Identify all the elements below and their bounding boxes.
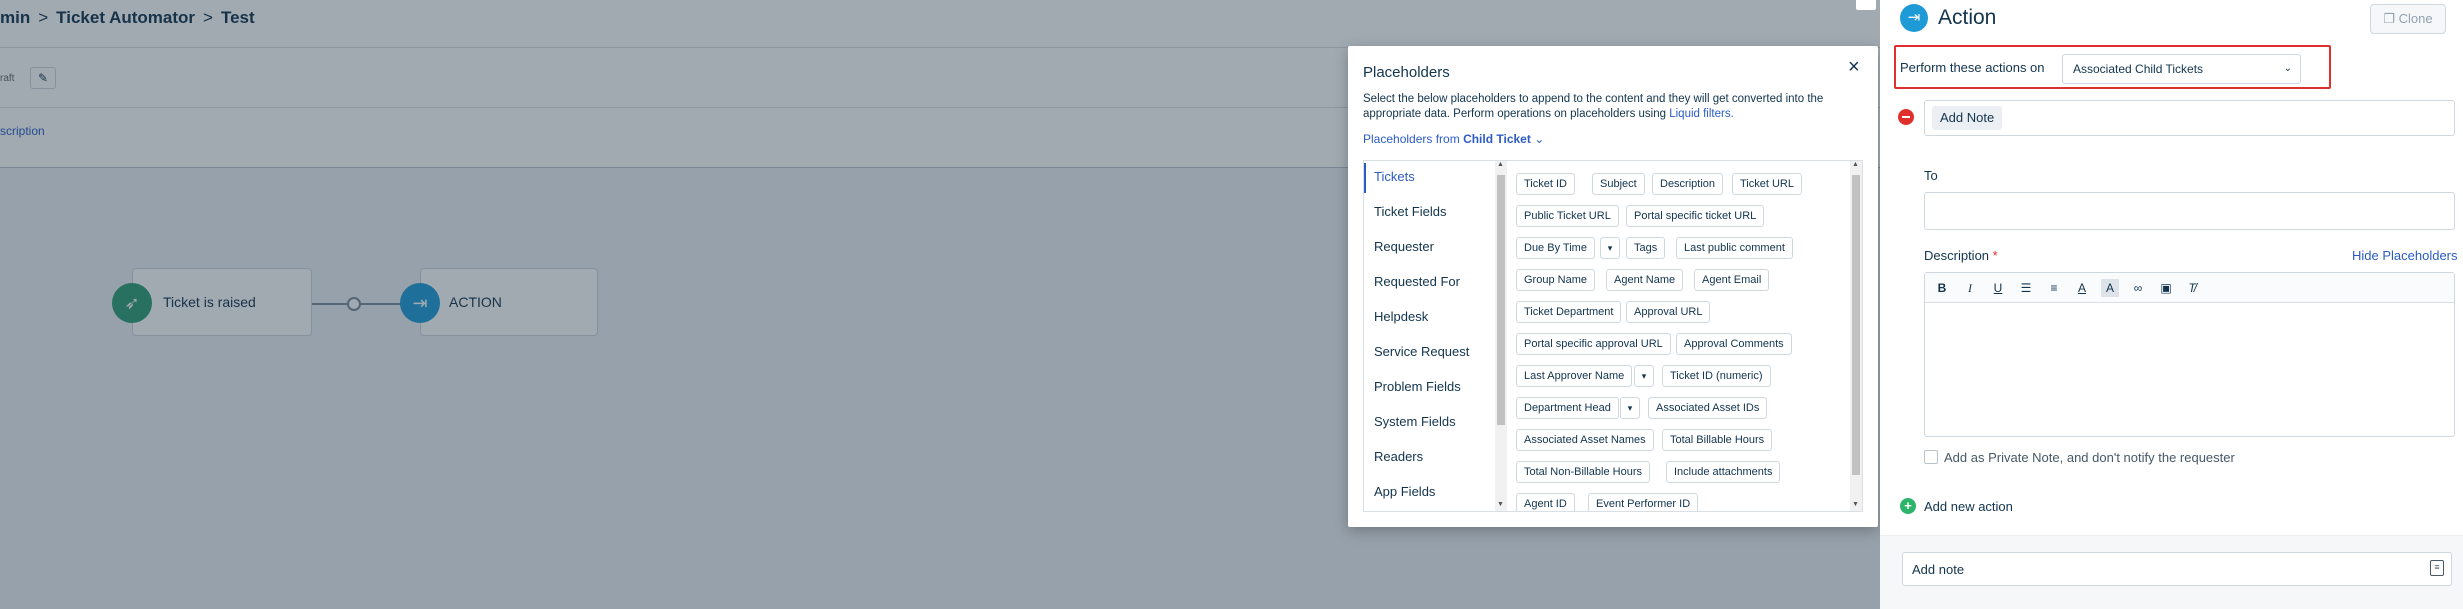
chip-tags[interactable]: Tags bbox=[1626, 237, 1666, 259]
editor-toolbar: B I U ☰ ≡ A A ∞ ▣ T̸ bbox=[1925, 273, 2454, 303]
required-marker: * bbox=[1992, 248, 1998, 263]
chevron-down-icon[interactable]: ▾ bbox=[1620, 397, 1640, 419]
scroll-down-icon[interactable]: ▼ bbox=[1497, 501, 1504, 508]
chevron-down-icon[interactable]: ▾ bbox=[1634, 365, 1654, 387]
chip-last-approver-name[interactable]: Last Approver Name bbox=[1516, 365, 1633, 387]
action-icon: ⇥ bbox=[1900, 4, 1928, 32]
scrollbar-thumb[interactable] bbox=[1852, 175, 1860, 475]
bold-icon[interactable]: B bbox=[1933, 279, 1951, 297]
chip-include-attachments[interactable]: Include attachments bbox=[1666, 461, 1781, 483]
action-panel: ⇥ Action ❐ Clone Perform these actions o… bbox=[1880, 0, 2463, 609]
close-icon[interactable]: × bbox=[1848, 56, 1860, 79]
chip-description[interactable]: Description bbox=[1652, 173, 1724, 195]
placeholders-panel: Tickets Ticket Fields Requester Requeste… bbox=[1363, 160, 1863, 512]
category-helpdesk[interactable]: Helpdesk bbox=[1364, 303, 1489, 333]
category-ticket-fields[interactable]: Ticket Fields bbox=[1364, 198, 1489, 228]
scroll-up-icon[interactable]: ▲ bbox=[1497, 161, 1504, 168]
chip-group-name[interactable]: Group Name bbox=[1516, 269, 1595, 291]
image-icon[interactable]: ▣ bbox=[2157, 279, 2175, 297]
placeholders-from-value[interactable]: Child Ticket bbox=[1463, 132, 1531, 146]
panel-close-tab[interactable] bbox=[1856, 0, 1876, 10]
chevron-down-icon[interactable]: ⌄ bbox=[2284, 55, 2292, 83]
placeholders-description: Select the below placeholders to append … bbox=[1363, 92, 1863, 122]
chevron-down-icon[interactable]: ⌄ bbox=[1534, 132, 1544, 146]
category-system-fields[interactable]: System Fields bbox=[1364, 408, 1489, 438]
placeholders-from-label: Placeholders from bbox=[1363, 132, 1460, 146]
description-editor[interactable]: B I U ☰ ≡ A A ∞ ▣ T̸ bbox=[1924, 272, 2455, 437]
chip-approval-comments[interactable]: Approval Comments bbox=[1676, 333, 1792, 355]
placeholders-source[interactable]: Placeholders from Child Ticket ⌄ bbox=[1363, 132, 1544, 146]
add-note-tag[interactable]: Add Note bbox=[1932, 106, 2003, 130]
numbered-list-icon[interactable]: ≡ bbox=[2045, 279, 2063, 297]
description-label-text: Description bbox=[1924, 248, 1990, 263]
font-color-icon[interactable]: A bbox=[2073, 279, 2091, 297]
chip-portal-approval-url[interactable]: Portal specific approval URL bbox=[1516, 333, 1671, 355]
highlight-color-icon[interactable]: A bbox=[2101, 279, 2119, 297]
chips-scrollbar[interactable]: ▲ ▼ bbox=[1850, 161, 1862, 511]
add-note-label: Add note bbox=[1912, 562, 1965, 577]
category-requester[interactable]: Requester bbox=[1364, 233, 1489, 263]
private-note-checkbox[interactable] bbox=[1924, 450, 1938, 464]
link-icon[interactable]: ∞ bbox=[2129, 279, 2147, 297]
chip-ticket-department[interactable]: Ticket Department bbox=[1516, 301, 1622, 323]
category-service-request[interactable]: Service Request bbox=[1364, 338, 1489, 368]
add-note-field[interactable] bbox=[1902, 552, 2452, 586]
category-requested-for[interactable]: Requested For bbox=[1364, 268, 1489, 298]
placeholders-description-text: Select the below placeholders to append … bbox=[1363, 93, 1824, 120]
chip-ticket-url[interactable]: Ticket URL bbox=[1732, 173, 1802, 195]
clear-format-icon[interactable]: T̸ bbox=[2183, 279, 2201, 297]
chip-agent-name[interactable]: Agent Name bbox=[1606, 269, 1684, 291]
plus-icon[interactable]: + bbox=[1900, 498, 1916, 514]
category-tickets[interactable]: Tickets bbox=[1364, 163, 1489, 193]
clone-label: Clone bbox=[2398, 11, 2433, 26]
scroll-down-icon[interactable]: ▼ bbox=[1852, 501, 1859, 508]
chip-associated-asset-ids[interactable]: Associated Asset IDs bbox=[1648, 397, 1768, 419]
action-type-select[interactable] bbox=[1924, 100, 2455, 136]
category-app-fields[interactable]: App Fields bbox=[1364, 478, 1489, 508]
chevron-down-icon[interactable]: ▾ bbox=[1600, 237, 1620, 259]
chip-last-public-comment[interactable]: Last public comment bbox=[1676, 237, 1793, 259]
placeholders-dialog: Placeholders × Select the below placehol… bbox=[1348, 46, 1878, 527]
hide-placeholders-link[interactable]: Hide Placeholders bbox=[2352, 248, 2458, 263]
liquid-filters-link[interactable]: Liquid filters. bbox=[1669, 108, 1734, 120]
chip-ticket-id[interactable]: Ticket ID bbox=[1516, 173, 1575, 195]
action-title: Action bbox=[1938, 6, 1997, 29]
chip-agent-id[interactable]: Agent ID bbox=[1516, 493, 1575, 511]
remove-action-icon[interactable] bbox=[1898, 109, 1914, 125]
perform-actions-value: Associated Child Tickets bbox=[2073, 62, 2204, 76]
chip-due-by-time[interactable]: Due By Time bbox=[1516, 237, 1595, 259]
placeholders-title: Placeholders bbox=[1363, 64, 1450, 81]
to-label: To bbox=[1924, 168, 1938, 183]
underline-icon[interactable]: U bbox=[1989, 279, 2007, 297]
private-note-label: Add as Private Note, and don't notify th… bbox=[1944, 450, 2235, 465]
placeholder-categories: Tickets Ticket Fields Requester Requeste… bbox=[1364, 161, 1494, 511]
chip-agent-email[interactable]: Agent Email bbox=[1694, 269, 1770, 291]
scrollbar-thumb[interactable] bbox=[1497, 175, 1505, 425]
description-label: Description * bbox=[1924, 248, 1998, 263]
placeholder-chips: Ticket ID Subject Description Ticket URL… bbox=[1516, 161, 1846, 511]
to-field[interactable] bbox=[1924, 192, 2455, 230]
chip-total-billable-hours[interactable]: Total Billable Hours bbox=[1662, 429, 1773, 451]
bullet-list-icon[interactable]: ☰ bbox=[2017, 279, 2035, 297]
add-new-action-link[interactable]: Add new action bbox=[1924, 499, 2013, 514]
chip-department-head[interactable]: Department Head bbox=[1516, 397, 1619, 419]
category-readers[interactable]: Readers bbox=[1364, 443, 1489, 473]
categories-scrollbar[interactable]: ▲ ▼ bbox=[1495, 161, 1507, 511]
chip-subject[interactable]: Subject bbox=[1592, 173, 1645, 195]
chip-event-performer-id[interactable]: Event Performer ID bbox=[1588, 493, 1699, 511]
perform-actions-label: Perform these actions on bbox=[1900, 60, 2045, 75]
chip-total-non-billable-hours[interactable]: Total Non-Billable Hours bbox=[1516, 461, 1650, 483]
scroll-up-icon[interactable]: ▲ bbox=[1852, 161, 1859, 168]
chip-ticket-id-numeric[interactable]: Ticket ID (numeric) bbox=[1662, 365, 1771, 387]
category-problem-fields[interactable]: Problem Fields bbox=[1364, 373, 1489, 403]
copy-icon: ❐ bbox=[2383, 11, 2396, 26]
perform-actions-select[interactable]: Associated Child Tickets ⌄ bbox=[2062, 54, 2301, 84]
chip-portal-ticket-url[interactable]: Portal specific ticket URL bbox=[1626, 205, 1765, 227]
chip-public-ticket-url[interactable]: Public Ticket URL bbox=[1516, 205, 1619, 227]
chip-approval-url[interactable]: Approval URL bbox=[1626, 301, 1711, 323]
italic-icon[interactable]: I bbox=[1961, 279, 1979, 297]
chip-associated-asset-names[interactable]: Associated Asset Names bbox=[1516, 429, 1654, 451]
clone-button[interactable]: ❐ Clone bbox=[2370, 4, 2446, 34]
note-icon[interactable]: ≡ bbox=[2430, 560, 2444, 576]
